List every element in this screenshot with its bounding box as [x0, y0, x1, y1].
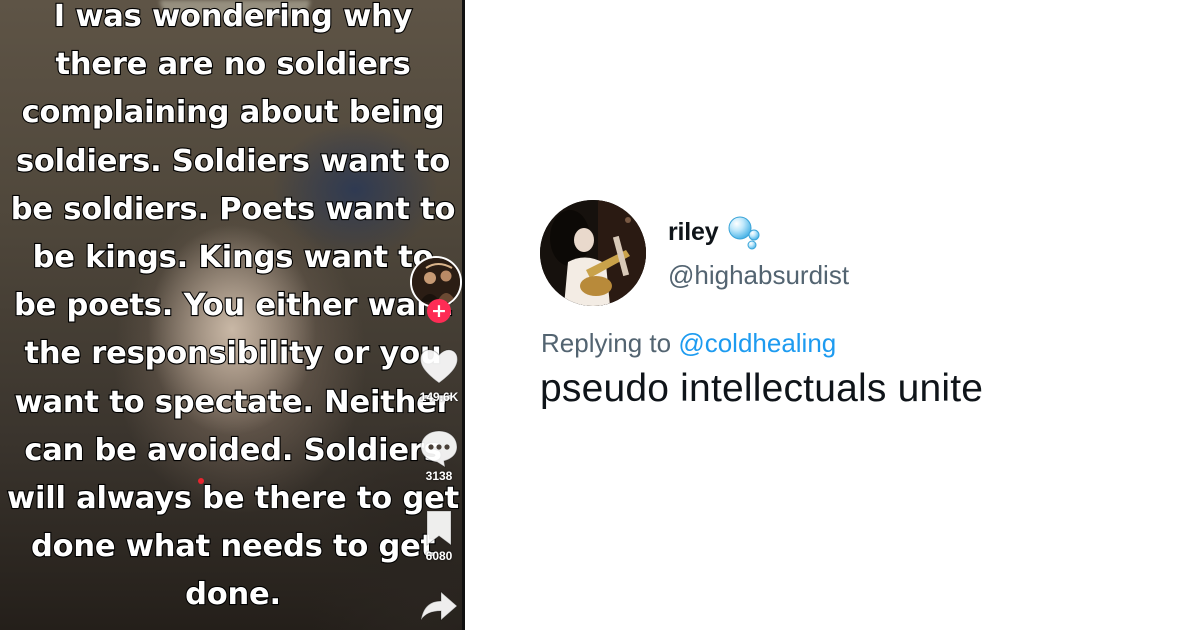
tweet-card[interactable]: riley @highabsurdist Replying to @coldhe…	[465, 0, 1200, 630]
user-handle[interactable]: @highabsurdist	[668, 260, 849, 291]
bookmark-count: 6080	[425, 549, 453, 563]
tiktok-video-panel[interactable]: I was wondering why there are no soldier…	[0, 0, 465, 630]
replying-to-line: Replying to @coldhealing	[541, 328, 836, 359]
bubbles-icon	[728, 216, 760, 250]
red-dot	[198, 478, 204, 484]
comment-icon[interactable]	[418, 428, 460, 468]
mention-link[interactable]: @coldhealing	[678, 328, 836, 358]
video-caption: I was wondering why there are no soldier…	[6, 0, 460, 614]
bookmark-icon[interactable]	[423, 508, 455, 548]
follow-button[interactable]: +	[427, 299, 451, 323]
like-count: 149.6K	[419, 390, 459, 404]
display-name[interactable]: riley	[668, 218, 719, 247]
heart-icon[interactable]	[418, 346, 460, 386]
comment-count: 3138	[425, 469, 453, 483]
tweet-text: pseudo intellectuals unite	[540, 367, 984, 410]
avatar-photo	[540, 200, 646, 306]
replying-prefix: Replying to	[541, 328, 672, 358]
user-avatar[interactable]	[540, 200, 646, 306]
share-icon[interactable]	[419, 588, 459, 624]
